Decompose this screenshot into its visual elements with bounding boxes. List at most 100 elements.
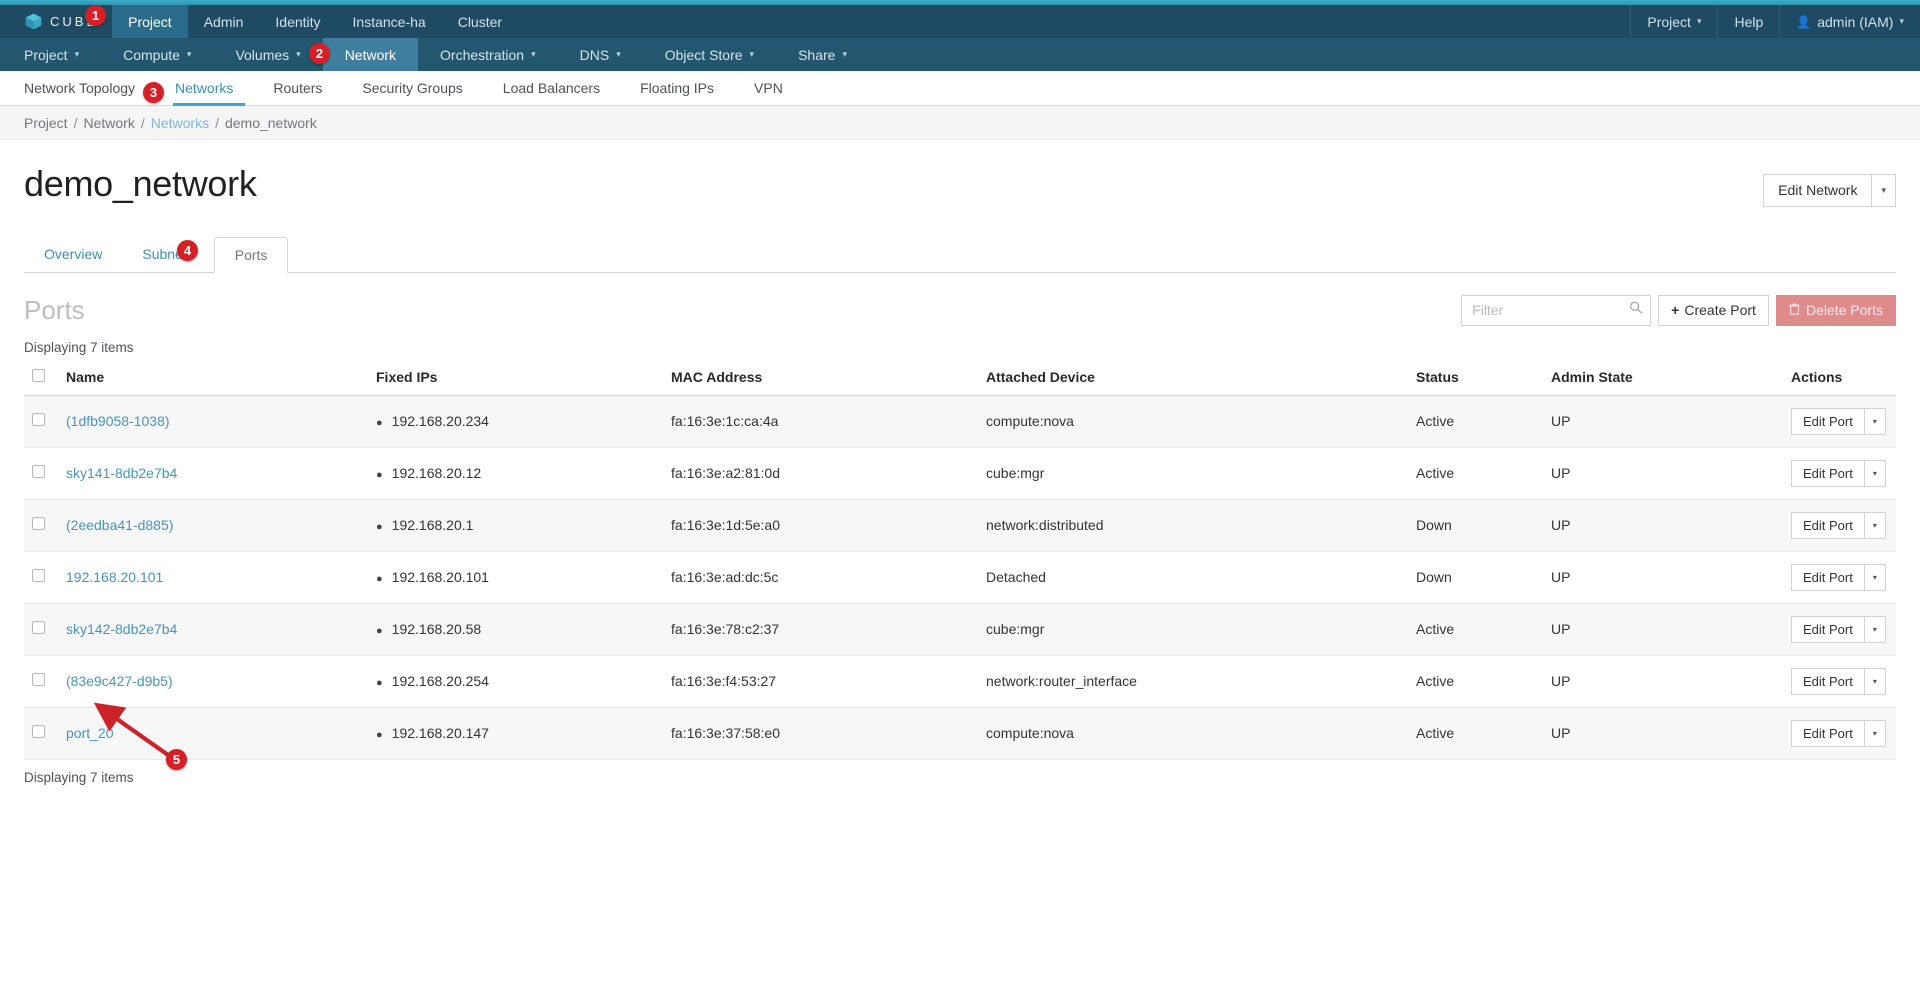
mainnav-item-dns[interactable]: DNS ▾ bbox=[558, 38, 643, 71]
row-checkbox[interactable] bbox=[32, 465, 45, 479]
row-actions-dropdown-toggle[interactable]: ▾ bbox=[1864, 407, 1886, 435]
row-actions-dropdown-toggle[interactable]: ▾ bbox=[1864, 719, 1886, 747]
row-checkbox[interactable] bbox=[32, 621, 45, 635]
detail-tab-subnets[interactable]: Subnets bbox=[122, 236, 213, 272]
top-navigation-bar: CUBE Project Admin Identity Instance-ha … bbox=[0, 5, 1920, 38]
column-header-admin-state[interactable]: Admin State bbox=[1543, 362, 1783, 396]
edit-port-button[interactable]: Edit Port bbox=[1791, 407, 1865, 435]
topnav-item-identity[interactable]: Identity bbox=[259, 5, 336, 38]
detail-tab-ports[interactable]: Ports bbox=[213, 236, 289, 273]
edit-port-button[interactable]: Edit Port bbox=[1791, 459, 1865, 487]
row-actions-dropdown-toggle[interactable]: ▾ bbox=[1864, 563, 1886, 591]
table-row[interactable]: (1dfb9058-1038) ● 192.168.20.234 fa:16:3e:1… bbox=[24, 395, 1896, 448]
edit-port-button[interactable]: Edit Port bbox=[1791, 511, 1865, 539]
subnav-item-vpn[interactable]: VPN bbox=[734, 71, 803, 105]
chevron-down-icon: ▾ bbox=[1872, 572, 1877, 582]
edit-port-button[interactable]: Edit Port bbox=[1791, 615, 1865, 643]
row-select-cell bbox=[24, 655, 58, 708]
mainnav-label: Object Store bbox=[664, 46, 743, 63]
row-checkbox[interactable] bbox=[32, 673, 45, 687]
subnav-item-security-groups[interactable]: Security Groups bbox=[342, 71, 482, 105]
column-header-status[interactable]: Status bbox=[1408, 362, 1543, 396]
annotation-badge-2: 2 bbox=[309, 43, 330, 64]
top-nav-items: Project Admin Identity Instance-ha Clust… bbox=[112, 5, 518, 38]
row-select-cell bbox=[24, 551, 58, 604]
subnav-item-load-balancers[interactable]: Load Balancers bbox=[483, 71, 620, 105]
table-row[interactable]: 192.168.20.101 ● 192.168.20.101 fa:16:3e:ad… bbox=[24, 551, 1896, 604]
topnav-item-project[interactable]: Project bbox=[112, 5, 188, 38]
help-link[interactable]: Help bbox=[1717, 5, 1779, 38]
subnav-item-network-topology[interactable]: Network Topology bbox=[0, 71, 155, 105]
port-name-link[interactable]: (1dfb9058-1038) bbox=[66, 413, 170, 429]
edit-network-button[interactable]: Edit Network bbox=[1763, 174, 1873, 207]
topnav-label: Admin bbox=[203, 13, 244, 30]
subnav-item-routers[interactable]: Routers bbox=[253, 71, 342, 105]
user-menu[interactable]: 👤 admin (IAM) ▾ bbox=[1779, 5, 1920, 38]
column-header-name[interactable]: Name bbox=[58, 362, 368, 396]
subnav-label: Load Balancers bbox=[502, 80, 601, 96]
cell-fixed-ips: ● 192.168.20.12 bbox=[368, 447, 663, 500]
chevron-down-icon: ▾ bbox=[1872, 468, 1877, 478]
mainnav-item-orchestration[interactable]: Orchestration ▾ bbox=[418, 38, 558, 71]
port-name-link[interactable]: sky142-8db2e7b4 bbox=[66, 621, 177, 637]
page-title: demo_network bbox=[24, 163, 257, 204]
topnav-item-admin[interactable]: Admin bbox=[188, 5, 260, 38]
mainnav-item-share[interactable]: Share ▾ bbox=[776, 38, 869, 71]
project-switcher[interactable]: Project ▾ bbox=[1630, 5, 1717, 38]
topnav-item-cluster[interactable]: Cluster bbox=[442, 5, 518, 38]
annotation-badge-5: 5 bbox=[166, 749, 187, 770]
mainnav-item-compute[interactable]: Compute ▾ bbox=[101, 38, 213, 71]
cell-status: Active bbox=[1408, 447, 1543, 500]
table-row[interactable]: (83e9c427-d9b5) ● 192.168.20.254 fa:16:3e:f… bbox=[24, 655, 1896, 708]
fixed-ip-value: 192.168.20.58 bbox=[391, 621, 482, 638]
row-checkbox[interactable] bbox=[32, 725, 45, 739]
topnav-label: Project bbox=[128, 13, 172, 30]
topnav-item-instance-ha[interactable]: Instance-ha bbox=[337, 5, 442, 38]
row-select-cell bbox=[24, 447, 58, 500]
column-header-attached-device[interactable]: Attached Device bbox=[978, 362, 1408, 396]
ports-table-head: Name Fixed IPs MAC Address Attached Devi… bbox=[24, 362, 1896, 396]
delete-ports-button[interactable]: Delete Ports bbox=[1775, 294, 1896, 326]
cell-mac-address: fa:16:3e:1c:ca:4a bbox=[663, 395, 978, 448]
cell-actions: Edit Port ▾ bbox=[1783, 655, 1896, 708]
edit-port-button[interactable]: Edit Port bbox=[1791, 719, 1865, 747]
cell-name: (2eedba41-d885) bbox=[58, 499, 368, 552]
detail-tab-overview[interactable]: Overview bbox=[24, 236, 122, 272]
mainnav-item-volumes[interactable]: Volumes ▾ bbox=[213, 38, 322, 71]
select-all-checkbox[interactable] bbox=[32, 368, 45, 382]
row-checkbox[interactable] bbox=[32, 517, 45, 531]
row-actions-dropdown-toggle[interactable]: ▾ bbox=[1864, 615, 1886, 643]
cell-admin-state: UP bbox=[1543, 447, 1783, 500]
mainnav-item-network[interactable]: Network bbox=[322, 38, 419, 71]
mainnav-item-project[interactable]: Project ▾ bbox=[0, 38, 101, 71]
fixed-ip-value: 192.168.20.12 bbox=[391, 465, 482, 482]
edit-port-button[interactable]: Edit Port bbox=[1791, 563, 1865, 591]
create-port-button[interactable]: + Create Port bbox=[1658, 294, 1769, 326]
table-row[interactable]: sky141-8db2e7b4 ● 192.168.20.12 fa:16:3e:a2… bbox=[24, 447, 1896, 500]
filter-input[interactable] bbox=[1461, 294, 1652, 326]
column-header-fixed-ips[interactable]: Fixed IPs bbox=[368, 362, 663, 396]
cell-actions: Edit Port ▾ bbox=[1783, 707, 1896, 760]
edit-network-dropdown-toggle[interactable]: ▾ bbox=[1872, 174, 1896, 207]
breadcrumb-item-network: Network bbox=[83, 114, 135, 131]
cell-actions: Edit Port ▾ bbox=[1783, 395, 1896, 448]
mainnav-item-object-store[interactable]: Object Store ▾ bbox=[643, 38, 776, 71]
table-row[interactable]: sky142-8db2e7b4 ● 192.168.20.58 fa:16:3e:78… bbox=[24, 603, 1896, 656]
table-row[interactable]: (2eedba41-d885) ● 192.168.20.1 fa:16:3e:1d:… bbox=[24, 499, 1896, 552]
port-name-link[interactable]: (83e9c427-d9b5) bbox=[66, 673, 173, 689]
subnav-item-networks[interactable]: Networks bbox=[155, 71, 253, 106]
chevron-down-icon: ▾ bbox=[616, 49, 621, 59]
breadcrumb-item-networks[interactable]: Networks bbox=[151, 115, 209, 131]
table-row[interactable]: port_20 ● 192.168.20.147 fa:16:3e:37:58:e0 c… bbox=[24, 707, 1896, 760]
column-header-mac-address[interactable]: MAC Address bbox=[663, 362, 978, 396]
edit-port-button[interactable]: Edit Port bbox=[1791, 667, 1865, 695]
row-checkbox[interactable] bbox=[32, 413, 45, 427]
port-name-link[interactable]: 192.168.20.101 bbox=[66, 569, 163, 585]
row-actions-dropdown-toggle[interactable]: ▾ bbox=[1864, 667, 1886, 695]
subnav-item-floating-ips[interactable]: Floating IPs bbox=[620, 71, 734, 105]
row-checkbox[interactable] bbox=[32, 569, 45, 583]
port-name-link[interactable]: (2eedba41-d885) bbox=[66, 517, 173, 533]
port-name-link[interactable]: sky141-8db2e7b4 bbox=[66, 465, 177, 481]
row-actions-dropdown-toggle[interactable]: ▾ bbox=[1864, 511, 1886, 539]
row-actions-dropdown-toggle[interactable]: ▾ bbox=[1864, 459, 1886, 487]
